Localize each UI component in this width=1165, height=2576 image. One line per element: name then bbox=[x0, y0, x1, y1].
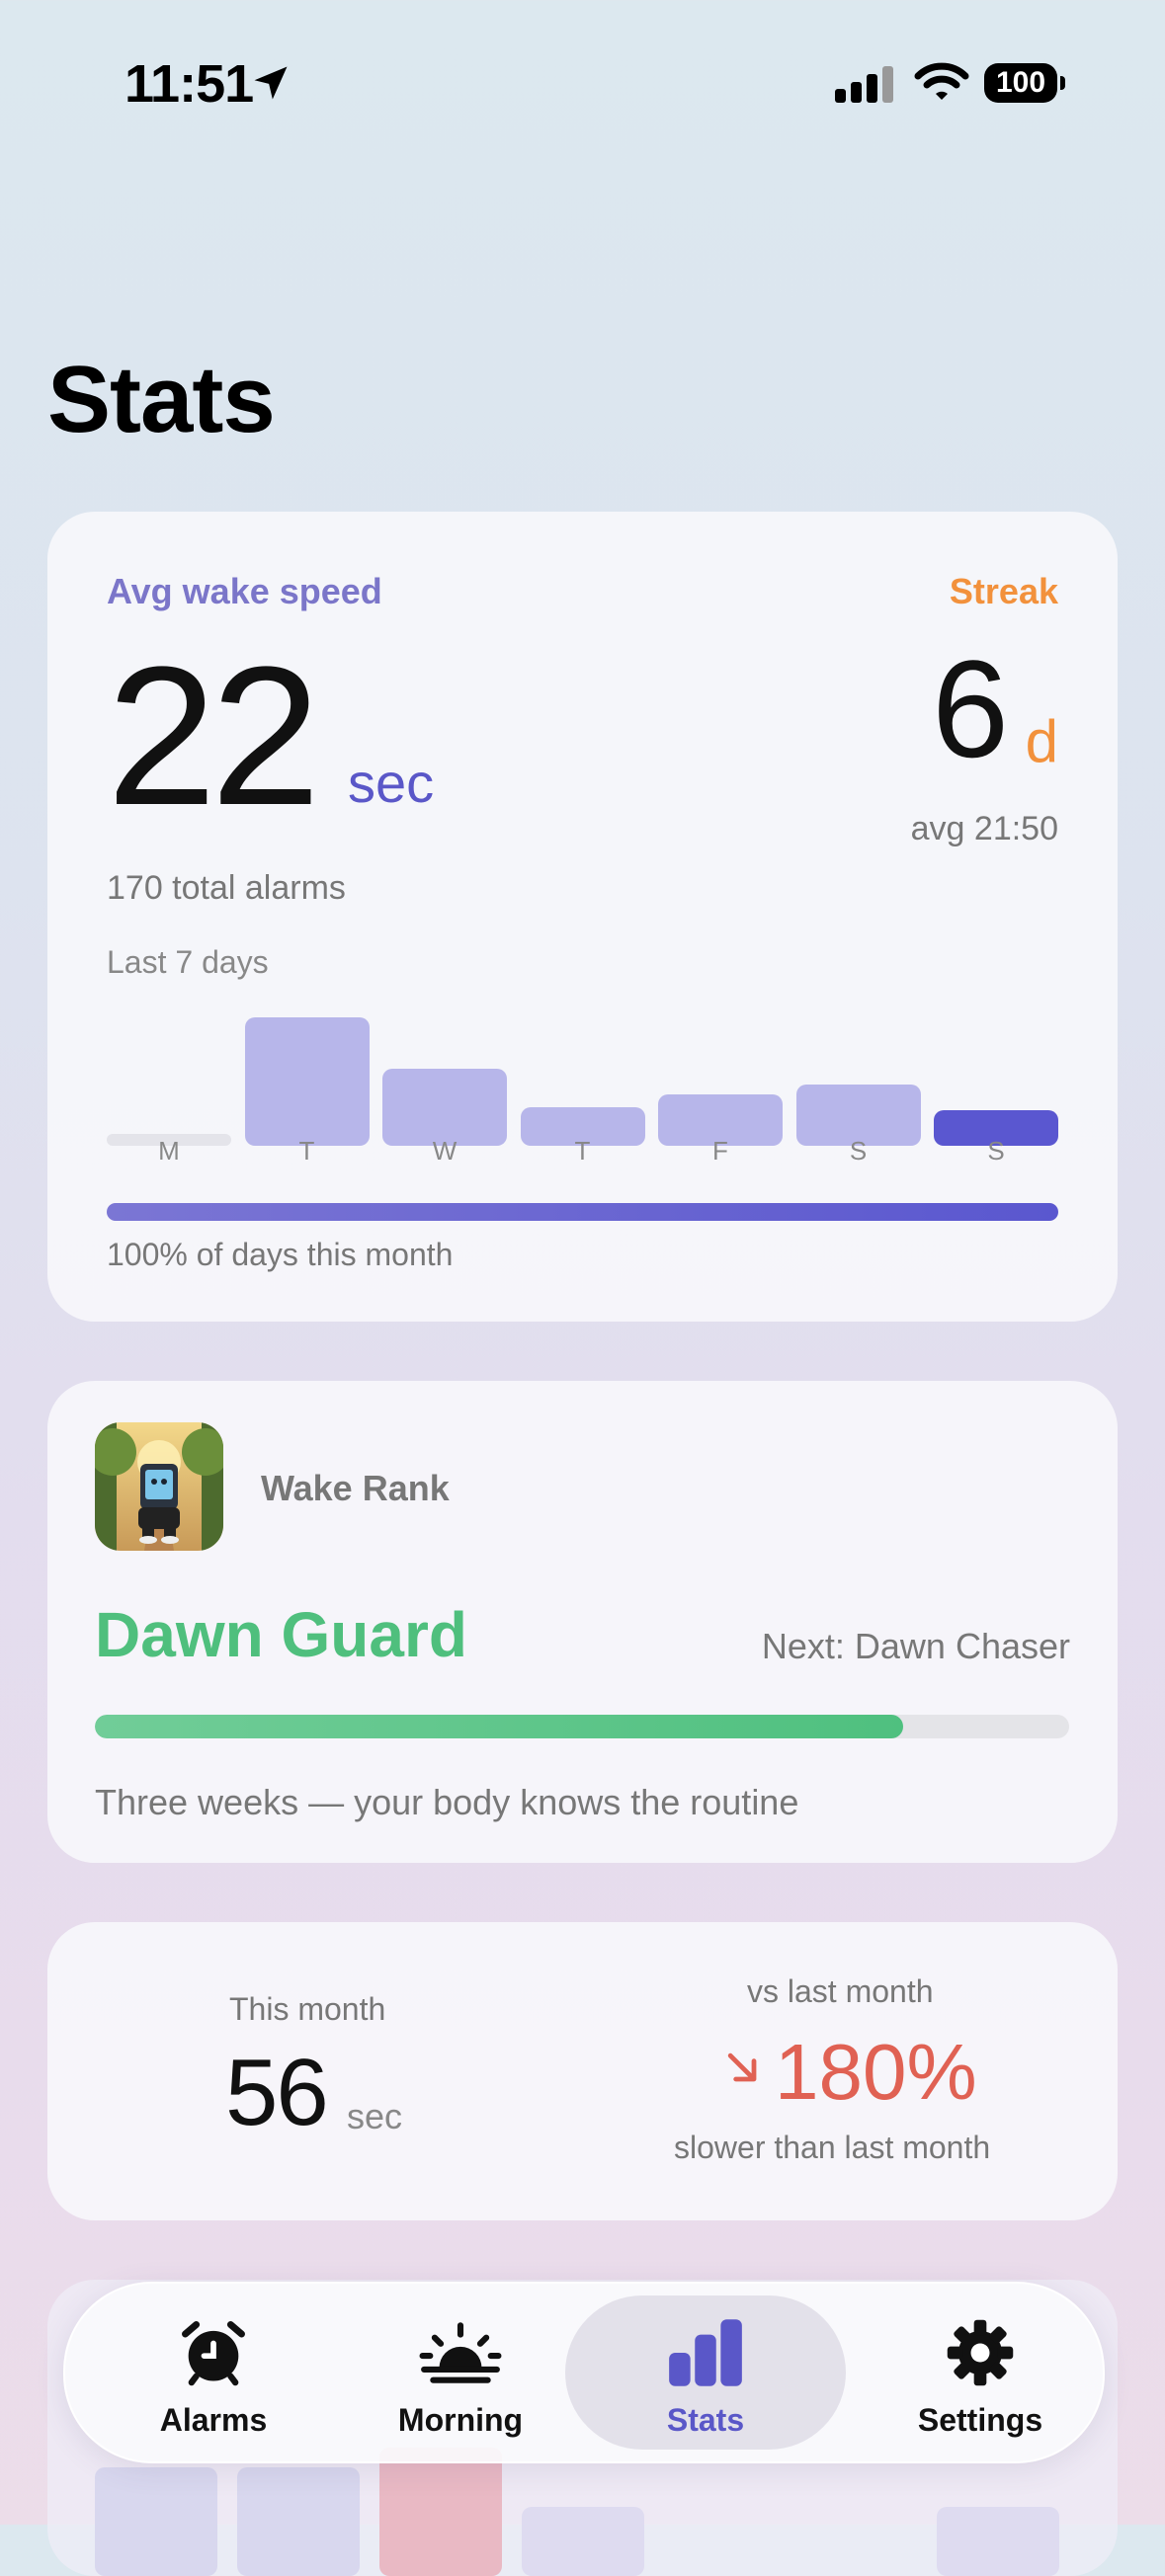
streak-label: Streak bbox=[949, 571, 1058, 611]
day-label: T bbox=[298, 1136, 315, 1166]
day-label: F bbox=[712, 1136, 728, 1166]
cellular-signal-icon bbox=[835, 66, 893, 103]
vs-last-month-label: vs last month bbox=[747, 1973, 934, 2009]
gear-icon bbox=[947, 2319, 1014, 2386]
alarm-clock-icon bbox=[182, 2321, 245, 2386]
tab-morning[interactable]: Morning bbox=[352, 2284, 569, 2461]
sunrise-icon bbox=[419, 2322, 502, 2383]
next-rank: Next: Dawn Chaser bbox=[761, 1626, 1070, 1666]
rank-progress-bar bbox=[95, 1715, 1069, 1738]
rank-message: Three weeks — your body knows the routin… bbox=[95, 1782, 799, 1822]
wake-speed-card: Avg wake speed Streak 22 sec 6 d avg 21:… bbox=[47, 512, 1118, 1322]
wake-rank-card[interactable]: Wake Rank Dawn Guard Next: Dawn Chaser T… bbox=[47, 1381, 1118, 1863]
status-bar: 11:51 100 bbox=[0, 0, 1165, 158]
calendar-cell bbox=[95, 2467, 217, 2576]
tab-stats[interactable]: Stats bbox=[565, 2284, 846, 2461]
arrow-down-right-icon bbox=[727, 2053, 757, 2082]
location-arrow-icon bbox=[254, 66, 288, 100]
streak-average-time: avg 21:50 bbox=[910, 810, 1058, 847]
tab-alarms[interactable]: Alarms bbox=[105, 2284, 322, 2461]
day-label: S bbox=[849, 1136, 868, 1166]
calendar-cell bbox=[937, 2507, 1059, 2576]
rank-progress-fill bbox=[95, 1715, 904, 1738]
battery-tip bbox=[1060, 76, 1065, 90]
day-label: W bbox=[432, 1136, 458, 1166]
calendar-cell bbox=[522, 2507, 644, 2576]
current-rank-name: Dawn Guard bbox=[95, 1599, 467, 1670]
avg-wake-speed-value: 22 bbox=[107, 626, 320, 846]
wifi-icon bbox=[914, 62, 969, 100]
day-label: M bbox=[158, 1136, 180, 1166]
tab-bar: Alarms Morning Stats Settings bbox=[63, 2282, 1105, 2463]
avg-wake-speed-label: Avg wake speed bbox=[107, 571, 382, 611]
tab-morning-label: Morning bbox=[397, 2402, 524, 2438]
calendar-cell bbox=[237, 2467, 360, 2576]
wake-rank-label: Wake Rank bbox=[261, 1468, 450, 1508]
weekly-bar-chart bbox=[107, 976, 1058, 1146]
status-time: 11:51 bbox=[125, 54, 254, 114]
month-comparison-card: This month 56 sec vs last month 180% slo… bbox=[47, 1922, 1118, 2220]
page-title: Stats bbox=[47, 347, 276, 452]
avg-wake-speed-unit: sec bbox=[348, 752, 435, 814]
day-bar bbox=[382, 1069, 507, 1146]
this-month-value: 56 bbox=[225, 2040, 329, 2145]
vs-last-month-description: slower than last month bbox=[674, 2130, 991, 2165]
vs-last-month-value: 180% bbox=[775, 2028, 977, 2116]
tab-stats-label: Stats bbox=[666, 2402, 745, 2438]
month-progress-text: 100% of days this month bbox=[107, 1237, 454, 1272]
bar-chart-icon bbox=[669, 2319, 742, 2386]
battery-indicator: 100 bbox=[984, 63, 1057, 103]
tab-settings-label: Settings bbox=[917, 2402, 1043, 2438]
calendar-cell bbox=[379, 2448, 502, 2576]
this-month-label: This month bbox=[229, 1991, 386, 2027]
this-month-unit: sec bbox=[347, 2096, 403, 2136]
total-alarms: 170 total alarms bbox=[107, 869, 346, 907]
day-bar bbox=[244, 1017, 370, 1146]
rank-avatar bbox=[95, 1422, 223, 1551]
month-progress-bar bbox=[107, 1203, 1058, 1221]
streak-unit: d bbox=[1025, 708, 1058, 774]
tab-alarms-label: Alarms bbox=[159, 2402, 268, 2438]
streak-value: 6 bbox=[932, 631, 1009, 786]
day-label: S bbox=[987, 1136, 1005, 1166]
day-label: T bbox=[574, 1136, 591, 1166]
tab-settings[interactable]: Settings bbox=[872, 2284, 1089, 2461]
